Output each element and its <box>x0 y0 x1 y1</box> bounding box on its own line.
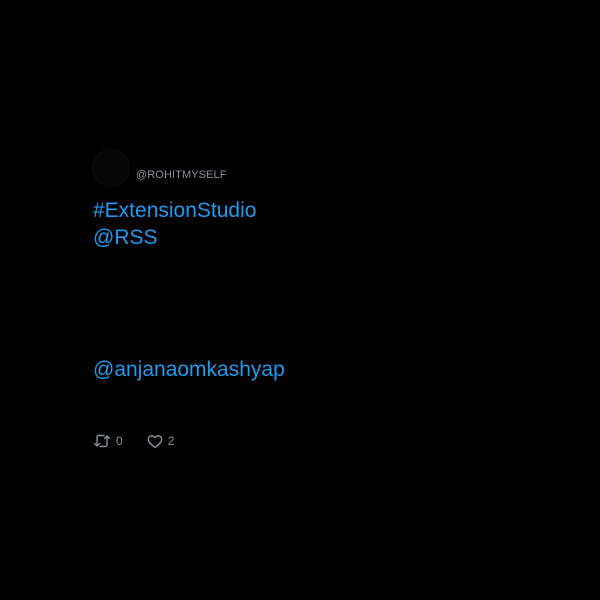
avatar[interactable] <box>93 150 129 186</box>
author-handle[interactable]: @ROHITMYSELF <box>136 169 227 182</box>
retweet-button[interactable]: 0 <box>93 432 123 450</box>
like-count: 2 <box>167 434 175 448</box>
tweet-actions: 0 2 <box>93 432 174 450</box>
retweet-icon <box>93 433 111 449</box>
mention-user-link[interactable]: @anjanaomkashyap <box>93 357 285 383</box>
retweet-count: 0 <box>116 434 123 448</box>
mention-rss-link[interactable]: @RSS <box>93 225 158 251</box>
like-button[interactable]: 2 <box>147 432 175 450</box>
hashtag-link[interactable]: #ExtensionStudio <box>93 198 256 224</box>
heart-icon <box>147 434 163 449</box>
